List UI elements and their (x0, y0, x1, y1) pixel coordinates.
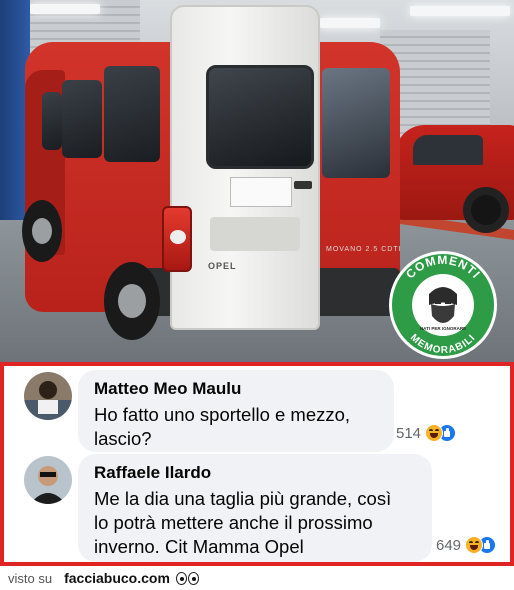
comment-text: Ho fatto uno sportello e mezzo, lascio? (94, 403, 380, 451)
comment-bubble: Matteo Meo Maulu Ho fatto uno sportello … (78, 370, 394, 452)
door-brand-text: OPEL (208, 261, 237, 271)
ceiling-light (30, 4, 100, 14)
van-side-window (62, 80, 102, 158)
comment-text-line: Ho fatto uno sportello e mezzo, (94, 404, 351, 425)
footer-site-link[interactable]: facciabuco.com (64, 570, 170, 586)
footer: visto su facciabuco.com (0, 566, 514, 590)
comment-author[interactable]: Matteo Meo Maulu (94, 379, 380, 399)
ceiling-light (410, 6, 510, 16)
haha-icon (425, 424, 444, 442)
door-window (206, 65, 314, 169)
van-side-window (42, 92, 62, 150)
comments-panel: Matteo Meo Maulu Ho fatto uno sportello … (0, 362, 514, 566)
comment-text-line: inverno. Cit Mamma Opel (94, 536, 304, 557)
comment-text-line: lascio? (94, 428, 152, 449)
van-rear-window (322, 68, 390, 178)
badge-inner-text: NATI PER IGNORARE (420, 326, 466, 331)
avatar[interactable] (24, 372, 72, 420)
haha-icon (465, 536, 484, 554)
reaction-count: 649 (436, 536, 462, 554)
door-plate-area (210, 217, 300, 251)
reactions[interactable]: 514 (396, 424, 457, 442)
footer-visto-su: visto su (8, 570, 53, 586)
comment-author[interactable]: Raffaele Ilardo (94, 463, 418, 483)
red-car-background (395, 125, 514, 233)
van-tail-light (162, 206, 192, 272)
comment-text-line: Me la dia una taglia più grande, così (94, 488, 392, 509)
commenti-memorabili-badge: COMMENTI MEMORABILI NATI PER IGNORARE (389, 251, 497, 359)
ceiling-light (320, 18, 380, 28)
van-side-window (104, 66, 160, 162)
van-rear-wheel (104, 262, 160, 340)
reaction-count: 514 (396, 424, 422, 442)
eyes-icon (175, 571, 200, 585)
white-rear-door: OPEL (170, 5, 320, 330)
door-sticker (230, 177, 292, 207)
comment-bubble: Raffaele Ilardo Me la dia una taglia più… (78, 454, 432, 562)
meme-photo: MOVANO 2.5 CDTI OPEL COMMENTI MEMORABILI (0, 0, 514, 362)
van-front-wheel (22, 200, 62, 262)
comment-text-line: lo potrà mettere anche il prossimo (94, 512, 373, 533)
door-handle (294, 181, 312, 189)
avatar[interactable] (24, 456, 72, 504)
reactions[interactable]: 649 (436, 536, 497, 554)
comment-text: Me la dia una taglia più grande, così lo… (94, 487, 418, 559)
